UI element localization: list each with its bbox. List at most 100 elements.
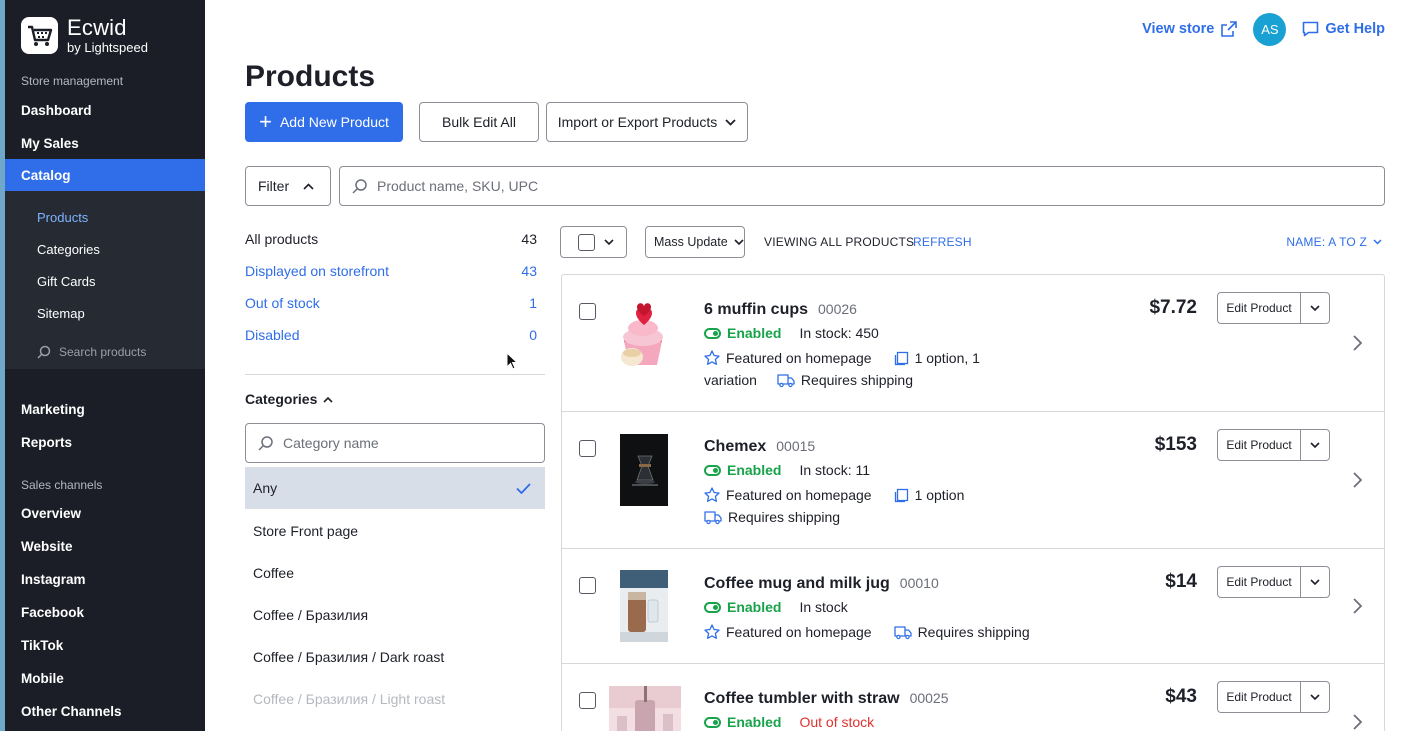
- enabled-status[interactable]: Enabled: [704, 714, 781, 730]
- product-name[interactable]: Chemex 00015: [704, 438, 815, 456]
- filter-out-of-stock[interactable]: Out of stock 1: [245, 295, 537, 311]
- options-label: 1 option: [914, 487, 965, 503]
- sidebar-item-website[interactable]: Website: [21, 539, 73, 554]
- product-status-line: Enabled In stock: 11: [704, 462, 870, 478]
- featured-label: Featured on homepage: [726, 350, 872, 366]
- chevron-right-icon[interactable]: [1352, 335, 1362, 351]
- sidebar-item-mobile[interactable]: Mobile: [21, 671, 64, 686]
- filter-label: Disabled: [245, 327, 300, 343]
- options-label-cont: variation: [704, 372, 757, 388]
- topbar: View store AS Get Help: [1142, 12, 1385, 46]
- filter-button[interactable]: Filter: [245, 166, 331, 206]
- chevron-right-icon[interactable]: [1352, 598, 1362, 614]
- edit-product-button[interactable]: Edit Product: [1218, 682, 1301, 712]
- product-thumbnail[interactable]: [614, 297, 678, 369]
- product-thumbnail[interactable]: [620, 570, 668, 642]
- product-search-input[interactable]: Product name, SKU, UPC: [339, 166, 1385, 206]
- category-item[interactable]: Coffee: [253, 565, 294, 581]
- category-item[interactable]: Coffee / Бразилия: [253, 607, 368, 623]
- get-help-link[interactable]: Get Help: [1302, 21, 1385, 37]
- edit-product-menu[interactable]: [1301, 293, 1329, 323]
- chevron-right-icon[interactable]: [1352, 472, 1362, 488]
- chevron-up-icon: [323, 396, 333, 403]
- sidebar-subitem-products[interactable]: Products: [37, 210, 88, 225]
- ecwid-logo[interactable]: Ecwid by Lightspeed: [21, 17, 148, 54]
- bulk-edit-all-button[interactable]: Bulk Edit All: [419, 102, 539, 142]
- featured-badge: Featured on homepage: [704, 487, 872, 503]
- category-item[interactable]: Store Front page: [253, 523, 358, 539]
- filter-label: Filter: [258, 178, 290, 194]
- product-attributes-line-2: variation Requires shipping: [704, 372, 913, 388]
- app-root: Ecwid by Lightspeed Store management Das…: [0, 0, 1425, 731]
- sidebar-item-instagram[interactable]: Instagram: [21, 572, 86, 587]
- filter-label: All products: [245, 231, 319, 247]
- product-checkbox[interactable]: [579, 303, 596, 320]
- sidebar-item-marketing[interactable]: Marketing: [21, 402, 85, 417]
- sidebar-item-overview[interactable]: Overview: [21, 506, 81, 521]
- filter-displayed-on-storefront[interactable]: Displayed on storefront 43: [245, 263, 537, 279]
- truck-icon: [704, 510, 722, 524]
- add-new-product-button[interactable]: + Add New Product: [245, 102, 403, 142]
- product-thumbnail[interactable]: [609, 686, 681, 731]
- shipping-label: Requires shipping: [800, 372, 913, 388]
- product-checkbox[interactable]: [579, 440, 596, 457]
- category-search-input[interactable]: Category name: [245, 423, 545, 463]
- filter-disabled[interactable]: Disabled 0: [245, 327, 537, 343]
- chevron-right-icon[interactable]: [1352, 714, 1362, 730]
- product-row[interactable]: Chemex 00015 Enabled In stock: 11 Feature…: [562, 412, 1384, 549]
- edit-product-button[interactable]: Edit Product: [1218, 430, 1301, 460]
- product-name[interactable]: Coffee mug and milk jug 00010: [704, 575, 939, 593]
- sidebar-subitem-sitemap[interactable]: Sitemap: [37, 306, 85, 321]
- select-all-checkbox[interactable]: [578, 233, 595, 251]
- product-thumbnail[interactable]: [620, 434, 668, 506]
- filter-count: 0: [529, 327, 537, 343]
- product-checkbox[interactable]: [579, 577, 596, 594]
- sidebar-subitem-gift-cards[interactable]: Gift Cards: [37, 274, 96, 289]
- edit-product-menu[interactable]: [1301, 682, 1329, 712]
- view-store-link[interactable]: View store: [1142, 21, 1238, 37]
- category-item[interactable]: Coffee / Бразилия / Light roast: [253, 691, 445, 707]
- chevron-up-icon: [303, 182, 314, 190]
- product-row[interactable]: Coffee mug and milk jug 00010 Enabled In …: [562, 549, 1384, 664]
- stock-label: In stock: 450: [799, 325, 879, 341]
- enabled-status[interactable]: Enabled: [704, 599, 781, 615]
- sidebar-search-placeholder: Search products: [59, 345, 147, 359]
- avatar[interactable]: AS: [1253, 12, 1287, 46]
- product-price: $43: [1165, 686, 1197, 707]
- sidebar-item-tiktok[interactable]: TikTok: [21, 638, 63, 653]
- categories-toggle[interactable]: Categories: [245, 391, 333, 407]
- product-row[interactable]: Coffee tumbler with straw 00025 Enabled O…: [562, 664, 1384, 731]
- product-name[interactable]: 6 muffin cups 00026: [704, 301, 857, 319]
- section-store-management: Store management: [21, 74, 124, 88]
- categories-title: Categories: [245, 391, 318, 407]
- sidebar-item-catalog[interactable]: Catalog: [5, 159, 205, 191]
- select-all-dropdown[interactable]: [560, 226, 627, 258]
- enabled-status[interactable]: Enabled: [704, 462, 781, 478]
- sidebar-item-facebook[interactable]: Facebook: [21, 605, 84, 620]
- sort-dropdown[interactable]: NAME: A TO Z: [1286, 235, 1382, 249]
- edit-product-menu[interactable]: [1301, 567, 1329, 597]
- product-name[interactable]: Coffee tumbler with straw 00025: [704, 690, 949, 708]
- sidebar-item-dashboard[interactable]: Dashboard: [21, 103, 92, 118]
- refresh-link[interactable]: REFRESH: [913, 235, 972, 249]
- enabled-status[interactable]: Enabled: [704, 325, 781, 341]
- search-icon: [37, 345, 51, 359]
- sidebar-subitem-categories[interactable]: Categories: [37, 242, 100, 257]
- category-item[interactable]: Coffee / Бразилия / Dark roast: [253, 649, 444, 665]
- product-checkbox[interactable]: [579, 692, 596, 709]
- edit-product-button[interactable]: Edit Product: [1218, 567, 1301, 597]
- filter-label: Displayed on storefront: [245, 263, 389, 279]
- sidebar-item-other-channels[interactable]: Other Channels: [21, 704, 122, 719]
- mass-update-button[interactable]: Mass Update: [645, 226, 745, 258]
- category-item-any[interactable]: Any: [245, 467, 545, 509]
- toggle-icon: [704, 464, 721, 476]
- product-row[interactable]: 6 muffin cups 00026 Enabled In stock: 450…: [562, 275, 1384, 412]
- sidebar-search-products[interactable]: Search products: [37, 345, 146, 359]
- product-list: 6 muffin cups 00026 Enabled In stock: 450…: [561, 274, 1385, 731]
- sidebar-item-reports[interactable]: Reports: [21, 435, 72, 450]
- sidebar-item-my-sales[interactable]: My Sales: [21, 136, 79, 151]
- import-export-button[interactable]: Import or Export Products: [546, 102, 748, 142]
- filter-all-products[interactable]: All products 43: [245, 231, 537, 247]
- edit-product-button[interactable]: Edit Product: [1218, 293, 1301, 323]
- edit-product-menu[interactable]: [1301, 430, 1329, 460]
